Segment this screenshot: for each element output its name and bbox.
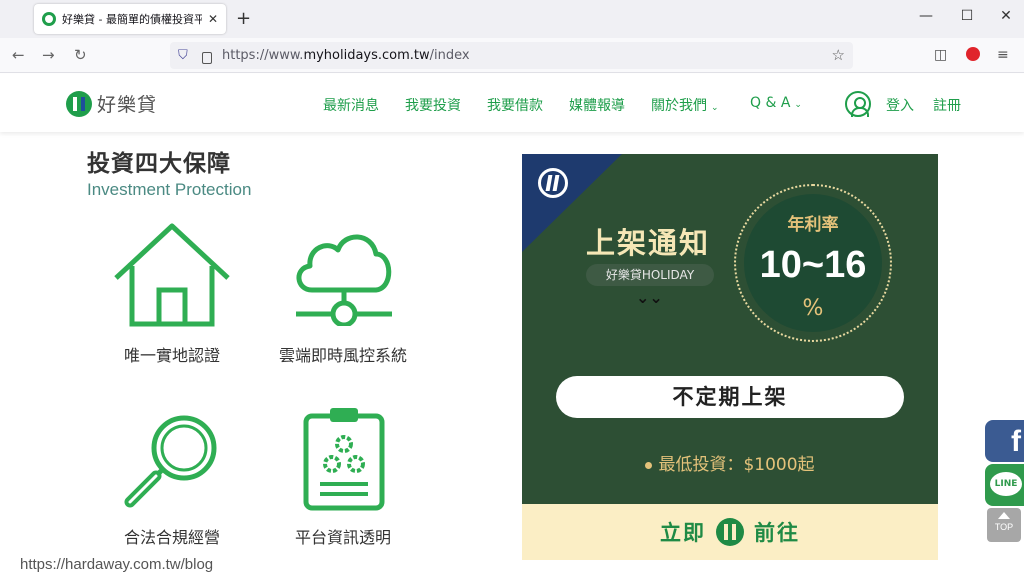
rate-value: 10~16 xyxy=(759,244,867,286)
line-icon: LINE xyxy=(990,472,1022,496)
new-tab-button[interactable]: + xyxy=(236,8,251,29)
nav-media[interactable]: 媒體報導 xyxy=(569,95,625,115)
section-subtitle: Investment Protection xyxy=(87,180,252,199)
go-now-button[interactable]: 立即 前往 xyxy=(522,504,938,560)
register-link[interactable]: 註冊 xyxy=(933,95,961,115)
login-link[interactable]: 登入 xyxy=(886,95,914,115)
chevron-down-icon: ⌄ xyxy=(794,100,802,110)
browser-nav-bar: ← → ↻ ⛉ https://www.myholidays.com.tw/in… xyxy=(0,38,1024,73)
nav-qa[interactable]: Q & A ⌄ xyxy=(750,95,802,111)
lock-icon[interactable] xyxy=(202,51,212,64)
feature-label-legal: 合法合規經營 xyxy=(123,528,220,547)
nav-invest[interactable]: 我要投資 xyxy=(405,95,461,115)
browser-tab-bar: 好樂貸 - 最簡單的債權投資平台 ✕ + — ☐ ✕ xyxy=(0,0,1024,38)
pocket-icon[interactable]: ◫ xyxy=(934,47,947,63)
site-logo[interactable]: 好樂貸 xyxy=(66,90,157,117)
nav-about[interactable]: 關於我們 ⌄ xyxy=(651,95,719,115)
maximize-button[interactable]: ☐ xyxy=(957,8,977,24)
holiday-logo-icon xyxy=(716,518,744,546)
holiday-logo-icon xyxy=(66,90,92,117)
browser-tab[interactable]: 好樂貸 - 最簡單的債權投資平台 ✕ xyxy=(34,4,226,34)
back-button[interactable]: ← xyxy=(12,46,25,64)
site-favicon-icon xyxy=(42,12,56,26)
chevron-down-icon: ⌄ xyxy=(711,103,719,113)
irregular-listing-pill: 不定期上架 xyxy=(556,376,904,418)
go-now-label-left: 立即 xyxy=(660,521,706,545)
nav-news[interactable]: 最新消息 xyxy=(323,95,379,115)
tab-title: 好樂貸 - 最簡單的債權投資平台 xyxy=(62,13,202,26)
clipboard-gears-icon xyxy=(303,408,385,511)
promo-title: 上架通知 xyxy=(586,226,711,260)
holiday-logo-icon xyxy=(538,168,568,198)
bookmark-star-icon[interactable]: ☆ xyxy=(832,46,845,64)
reload-button[interactable]: ↻ xyxy=(74,46,87,64)
url-text[interactable]: https://www.myholidays.com.tw/index xyxy=(222,48,470,63)
app-menu-icon[interactable]: ≡ xyxy=(997,47,1009,63)
tab-close-icon[interactable]: ✕ xyxy=(208,12,218,26)
cloud-network-icon xyxy=(296,234,392,326)
forward-button[interactable]: → xyxy=(42,46,55,64)
double-chevron-down-icon: ⌄⌄ xyxy=(636,288,663,307)
blog-watermark: https://hardaway.com.tw/blog xyxy=(20,556,214,573)
bullet-dot-icon xyxy=(645,461,653,469)
house-icon xyxy=(114,223,230,327)
address-bar[interactable]: ⛉ https://www.myholidays.com.tw/index ☆ xyxy=(170,42,853,69)
line-share-button[interactable]: LINE xyxy=(985,464,1024,506)
facebook-share-button[interactable]: f xyxy=(985,420,1024,462)
magnifier-icon xyxy=(124,415,217,508)
extension-icon[interactable] xyxy=(966,47,980,61)
logo-text: 好樂貸 xyxy=(97,94,158,116)
feature-label-cloud-risk: 雲端即時風控系統 xyxy=(278,346,407,365)
section-title: 投資四大保障 xyxy=(87,151,231,177)
min-investment-text: 最低投資：$1000起 xyxy=(522,450,938,475)
feature-label-site-verification: 唯一實地認證 xyxy=(123,346,220,365)
close-window-button[interactable]: ✕ xyxy=(996,8,1016,24)
back-to-top-button[interactable]: TOP xyxy=(987,508,1021,542)
feature-label-transparency: 平台資訊透明 xyxy=(294,528,391,547)
tracking-shield-icon[interactable]: ⛉ xyxy=(178,48,192,63)
listing-promo-banner[interactable]: 上架通知 好樂貸HOLIDAY ⌄⌄ 年利率 10~16 % 不定期上架 最低投… xyxy=(522,154,938,504)
go-now-label-right: 前往 xyxy=(754,521,800,545)
rate-unit: % xyxy=(802,296,824,321)
promo-brand-badge: 好樂貸HOLIDAY xyxy=(586,264,714,286)
user-icon[interactable] xyxy=(845,91,871,117)
nav-borrow[interactable]: 我要借款 xyxy=(487,95,543,115)
rate-label: 年利率 xyxy=(787,215,839,235)
minimize-button[interactable]: — xyxy=(916,8,936,24)
